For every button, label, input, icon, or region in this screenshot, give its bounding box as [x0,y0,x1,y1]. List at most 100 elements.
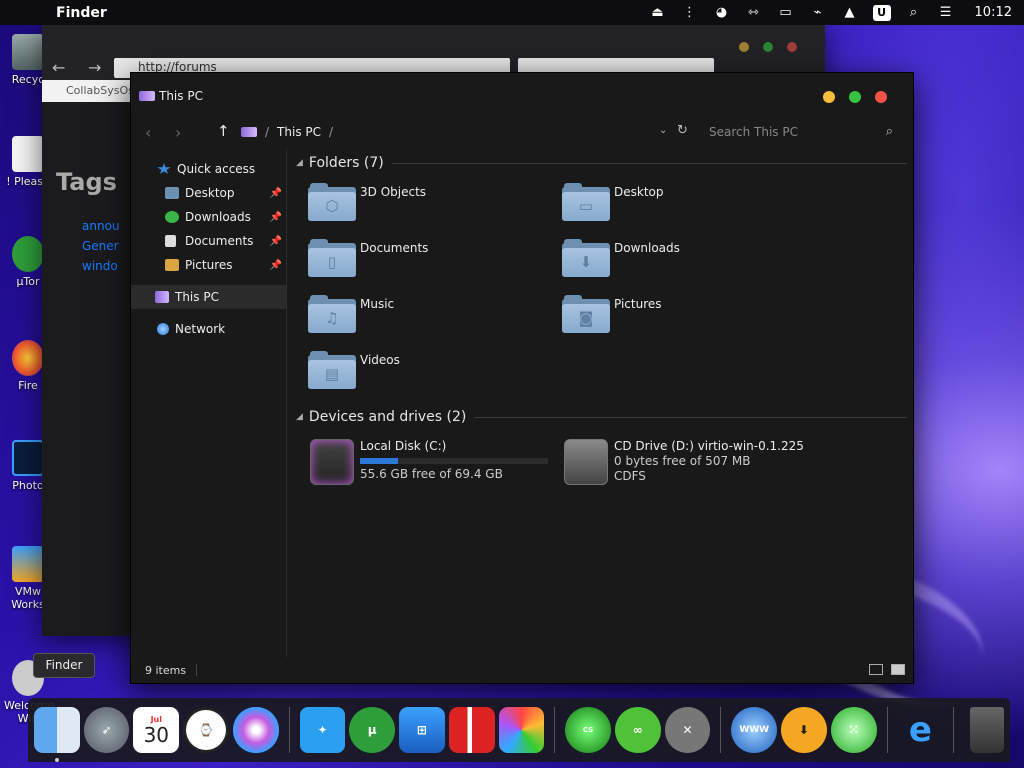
hard-drive-icon [310,439,354,485]
calendar-icon[interactable]: Jul 30 [133,707,180,753]
desktop-icon: ▭ [578,197,594,215]
display-icon[interactable]: ▭ [777,5,795,21]
usb-icon[interactable]: ⋮ [681,5,699,21]
minimize-button[interactable] [823,91,835,103]
navigation-pane: Quick access Desktop 📌 Downloads 📌 Docum… [131,149,287,657]
search-icon[interactable]: ⌕ [905,5,923,21]
dock-separator [720,707,722,753]
notepad-icon [12,136,44,172]
sidebar-item-network[interactable]: Network [131,317,286,341]
finder-content: Quick access Desktop 📌 Downloads 📌 Docum… [131,149,913,657]
large-icons-view-icon[interactable] [891,664,905,675]
eject-icon[interactable]: ⏏ [649,5,667,21]
back-icon[interactable]: ← [52,58,65,77]
upload-icon[interactable]: ▲ [841,5,859,21]
close-button[interactable] [787,42,797,52]
folder-icon: ▭ [562,183,610,221]
folder-documents[interactable]: ▯ Documents [308,239,562,281]
back-icon[interactable]: ‹ [145,123,151,142]
drive-local-disk-c[interactable]: Local Disk (C:) 55.6 GB free of 69.4 GB [310,439,564,485]
link-icon[interactable]: ∞ [614,707,661,753]
tag-link[interactable]: Gener [82,236,120,256]
maximize-button[interactable] [849,91,861,103]
downloader-icon[interactable]: ⬇ [781,707,827,753]
cd-drive-icon [564,439,608,485]
sidebar-item-documents[interactable]: Documents 📌 [131,229,286,253]
finder-toolbar: ‹ › ↑ / This PC / ⌄ ↻ Search This PC ⌕ [131,119,913,149]
utorrent-icon [12,236,44,272]
folder-videos[interactable]: ▤ Videos [308,351,562,393]
folders-group-header[interactable]: ◢ Folders (7) [296,151,907,175]
control-center-icon[interactable]: ☰ [937,5,955,21]
pictures-icon [165,259,179,271]
utilities-icon[interactable]: ✕ [664,707,711,753]
trash-icon[interactable] [970,707,1005,753]
sidebar-item-desktop[interactable]: Desktop 📌 [131,181,286,205]
forward-icon[interactable]: → [88,58,101,77]
siri-icon[interactable] [232,707,279,753]
clock-icon[interactable]: ⌚ [183,707,229,753]
search-icon[interactable]: ⌕ [886,124,893,139]
sidebar-item-pictures[interactable]: Pictures 📌 [131,253,286,277]
parallels-icon[interactable] [448,707,495,753]
minimize-button[interactable] [739,42,749,52]
search-placeholder: Search This PC [709,125,798,139]
menu-clock[interactable]: 10:12 [975,5,1012,20]
folder-3d-objects[interactable]: ⬡ 3D Objects [308,183,562,225]
pin-icon[interactable]: 📌 [270,188,282,199]
mute-icon[interactable]: ⌁ [809,5,827,21]
finder-window[interactable]: This PC ‹ › ↑ / This PC / ⌄ ↻ Search Thi… [130,72,914,684]
collapse-chevron-icon[interactable]: ◢ [296,158,303,168]
sidebar-item-downloads[interactable]: Downloads 📌 [131,205,286,229]
user-icon[interactable]: U [872,4,891,21]
download-icon [165,211,179,223]
internet-explorer-icon[interactable]: e [898,707,944,753]
pin-icon[interactable]: 📌 [270,212,282,223]
network-app-icon[interactable]: ⁙ [830,707,877,753]
browser-window-controls [739,42,797,52]
folder-icon: ◙ [562,295,610,333]
active-app-name[interactable]: Finder [56,5,107,21]
pie-icon[interactable]: ◕ [713,5,731,21]
launchpad-icon[interactable]: ➶ [83,707,130,753]
folder-music[interactable]: ♫ Music [308,295,562,337]
sidebar-item-this-pc[interactable]: This PC [131,285,286,309]
drive-usage-bar [360,458,548,464]
details-view-icon[interactable] [869,664,883,675]
folder-desktop[interactable]: ▭ Desktop [562,183,816,225]
tag-link[interactable]: windo [82,256,120,276]
folder-pictures[interactable]: ◙ Pictures [562,295,816,337]
browser-tab[interactable]: CollabSysOs [42,80,134,102]
windows-icon[interactable]: ⊞ [399,707,445,753]
chevron-down-icon[interactable]: ⌄ [659,125,667,136]
pin-icon[interactable]: 📌 [270,236,282,247]
photoshop-icon [12,440,44,476]
desktop-folder-icon [165,187,179,199]
folder-downloads[interactable]: ⬇ Downloads [562,239,816,281]
window-title: This PC [159,89,203,103]
breadcrumb-separator[interactable]: / [329,125,333,139]
finder-title-bar[interactable]: This PC [131,73,913,119]
maximize-button[interactable] [763,42,773,52]
utorrent-icon[interactable]: µ [349,707,396,753]
collabsysos-icon[interactable]: CS [565,707,611,753]
pin-icon[interactable]: 📌 [270,260,282,271]
collapse-chevron-icon[interactable]: ◢ [296,412,303,422]
sidebar-item-quick-access[interactable]: Quick access [131,157,286,181]
status-bar: 9 items [131,657,913,683]
drive-cd-d[interactable]: CD Drive (D:) virtio-win-0.1.225 0 bytes… [564,439,818,485]
photos-icon[interactable] [498,707,545,753]
refresh-icon[interactable]: ↻ [677,123,688,138]
close-button[interactable] [875,91,887,103]
breadcrumb-item-this-pc[interactable]: This PC [277,125,321,139]
search-input[interactable]: Search This PC ⌕ [701,121,901,143]
forward-icon[interactable]: › [175,123,181,142]
dock-separator [953,707,955,753]
www-icon[interactable]: WWW [731,707,778,753]
finder-app-icon[interactable] [34,707,80,762]
network-icon[interactable]: ⇿ [745,5,763,21]
drives-group-header[interactable]: ◢ Devices and drives (2) [296,405,907,429]
tag-link[interactable]: annou [82,216,120,236]
safari-icon[interactable]: ✦ [299,707,346,753]
up-arrow-icon[interactable]: ↑ [217,122,230,140]
